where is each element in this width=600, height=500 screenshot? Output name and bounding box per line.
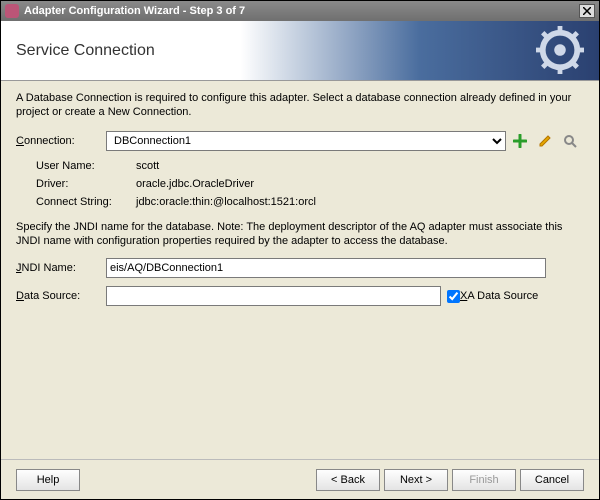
jndi-input[interactable] (106, 258, 546, 278)
driver-label: Driver: (36, 178, 136, 190)
username-value: scott (136, 160, 159, 172)
add-connection-button[interactable] (509, 130, 531, 152)
magnifier-icon (563, 134, 577, 148)
connection-select[interactable]: DBConnection1 (106, 131, 506, 151)
jndi-label: JNDI Name: (16, 262, 106, 274)
close-button[interactable] (579, 4, 595, 18)
close-icon (583, 7, 591, 15)
back-button[interactable]: < Back (316, 469, 380, 491)
connectstr-label: Connect String: (36, 196, 136, 208)
app-icon (5, 4, 19, 18)
banner: Service Connection (1, 21, 599, 81)
connectstr-value: jdbc:oracle:thin:@localhost:1521:orcl (136, 196, 316, 208)
xa-checkbox[interactable] (447, 290, 460, 303)
plus-icon (513, 134, 527, 148)
window-title: Adapter Configuration Wizard - Step 3 of… (24, 5, 579, 17)
username-label: User Name: (36, 160, 136, 172)
connection-label: Connection: (16, 135, 106, 147)
driver-value: oracle.jdbc.OracleDriver (136, 178, 254, 190)
intro-text: A Database Connection is required to con… (16, 91, 584, 120)
cancel-button[interactable]: Cancel (520, 469, 584, 491)
connection-details: User Name: scott Driver: oracle.jdbc.Ora… (36, 160, 584, 208)
finish-button: Finish (452, 469, 516, 491)
next-button[interactable]: Next > (384, 469, 448, 491)
datasource-input[interactable] (106, 286, 441, 306)
content: A Database Connection is required to con… (1, 81, 599, 459)
xa-label: XA Data Source (460, 290, 550, 302)
pencil-icon (538, 134, 552, 148)
banner-gear-icon (536, 26, 584, 74)
page-title: Service Connection (16, 42, 155, 60)
help-button[interactable]: Help (16, 469, 80, 491)
jndi-note: Specify the JNDI name for the database. … (16, 220, 584, 249)
datasource-row: Data Source: XA Data Source (16, 286, 584, 306)
titlebar: Adapter Configuration Wizard - Step 3 of… (1, 1, 599, 21)
edit-connection-button[interactable] (534, 130, 556, 152)
footer: Help < Back Next > Finish Cancel (1, 459, 599, 499)
datasource-label: Data Source: (16, 290, 106, 302)
jndi-row: JNDI Name: (16, 258, 584, 278)
search-connection-button[interactable] (559, 130, 581, 152)
connection-row: Connection: DBConnection1 (16, 130, 584, 152)
